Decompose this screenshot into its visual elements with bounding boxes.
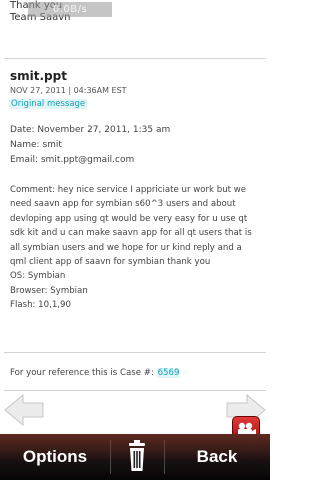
comment-body: Comment: hey nice service I appriciate u… [10,183,264,313]
comment-line: all symbian users and we hope for ur kin… [10,242,242,253]
bottom-toolbar: Options Back [0,434,270,480]
comment-line: sdk kit and u can make saavn app for all… [10,228,252,239]
comment-os: OS: Symbian [10,271,66,282]
divider [4,58,266,59]
options-button[interactable]: Options [0,434,110,480]
case-number-link[interactable]: 6569 [156,368,181,378]
detail-name: Name: smit [10,140,62,150]
left-arrow-icon[interactable] [3,393,45,427]
sender-name: smit.ppt [10,69,67,83]
detail-date: Date: November 27, 2011, 1:35 am [10,125,171,135]
comment-line: need saavn app for symbian s60^3 users a… [10,199,236,210]
case-reference-text: For your reference this is Case #: [10,368,154,378]
case-reference: For your reference this is Case #: 6569 [10,368,181,378]
comment-flash: Flash: 10,1,90 [10,300,71,311]
comment-line: Comment: hey nice service I appriciate u… [10,185,247,195]
message-timestamp: NOV 27, 2011 | 04:36AM EST [10,86,127,95]
comment-line: devloping app using qt would be very eas… [10,213,248,224]
comment-line: qml client app of saavn for symbian than… [10,257,211,268]
back-button[interactable]: Back [164,434,270,480]
divider [4,390,266,391]
detail-email: Email: smit.ppt@gmail.com [10,155,135,165]
divider [4,352,266,353]
delete-button[interactable] [110,434,164,480]
original-message-link[interactable]: Original message [9,99,88,109]
trash-icon [129,440,145,471]
comment-browser: Browser: Symbian [10,285,88,296]
network-speed-overlay: 0.0B/s [28,2,112,17]
